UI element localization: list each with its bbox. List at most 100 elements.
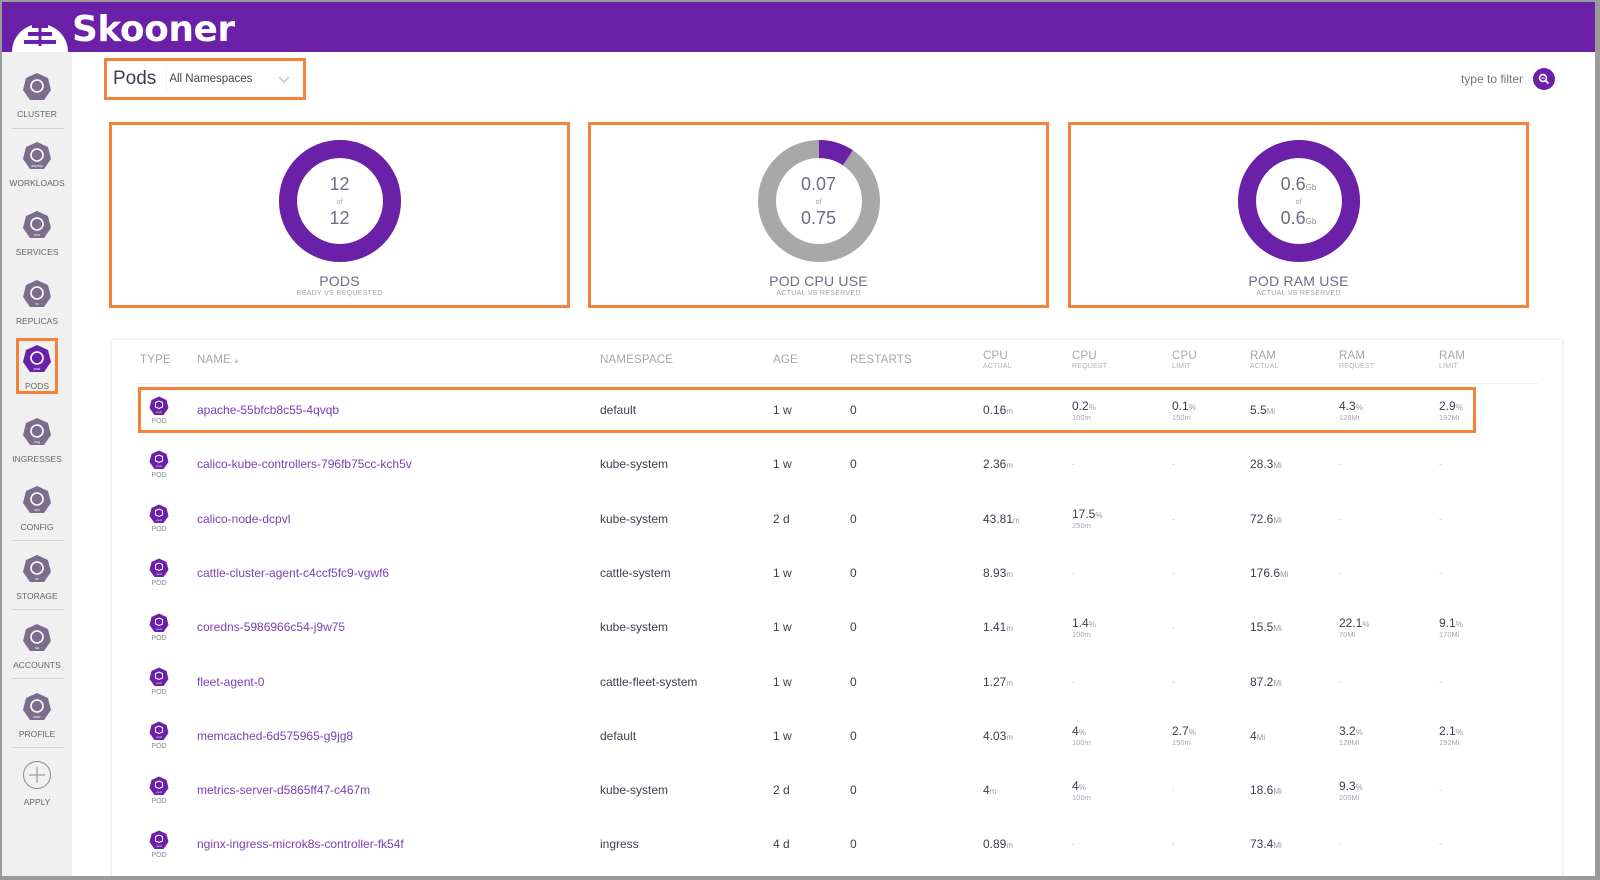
metric-unit: %	[1088, 619, 1096, 629]
table-row[interactable]: pod POD fleet-agent-0 cattle-fleet-syste…	[112, 655, 1562, 709]
metric-reserved: 100m	[1072, 629, 1091, 639]
sidebar-item-profile[interactable]: user PROFILE	[2, 692, 72, 739]
pod-name-link[interactable]: calico-node-dcpvl	[197, 492, 290, 546]
pod-icon: pod	[23, 345, 51, 372]
filter-input[interactable]	[1447, 72, 1523, 86]
cpu-limit-cell: -	[1172, 600, 1175, 654]
empty-value: -	[1439, 676, 1442, 687]
table-row[interactable]: pod POD coredns-5986966c54-j9w75 kube-sy…	[112, 600, 1562, 654]
metric-unit: %	[1088, 402, 1096, 412]
pod-name-link[interactable]: cattle-cluster-agent-c4ccf5fc9-vgwf6	[197, 546, 389, 600]
sidebar-item-label: PODS	[24, 381, 50, 391]
cpu-limit-cell: -	[1172, 655, 1175, 709]
ram-limit-cell: 2.9% 192Mi	[1439, 383, 1463, 437]
table-row[interactable]: pod POD memcached-6d575965-g9jg8 default…	[112, 709, 1562, 763]
card-title: POD CPU USE	[769, 273, 868, 289]
sidebar-item-ingresses[interactable]: ing INGRESSES	[2, 417, 72, 464]
table-row[interactable]: pod POD nginx-ingress-microk8s-controlle…	[112, 817, 1562, 871]
svg-text:pod: pod	[156, 464, 161, 468]
column-header-cpu-limit[interactable]: CPU LIMIT	[1172, 350, 1197, 370]
table-row[interactable]: pod POD calico-node-dcpvl kube-system 2 …	[112, 492, 1562, 546]
pod-name-link[interactable]: calico-kube-controllers-796fb75cc-kch5v	[197, 437, 412, 491]
cpu-actual-cell: 8.93m	[983, 546, 1013, 600]
pod-icon: pod	[149, 504, 169, 524]
sidebar-item-pods[interactable]: pod PODS	[16, 338, 58, 394]
sidebar-item-label: WORKLOADS	[9, 178, 65, 188]
column-header-restarts[interactable]: RESTARTS	[850, 354, 912, 366]
column-header-cpu-actual[interactable]: CPU ACTUAL	[983, 350, 1012, 370]
column-header-age[interactable]: AGE	[773, 354, 798, 366]
type-label: POD	[151, 743, 167, 751]
total-value: 0.6	[1280, 208, 1306, 228]
table-row[interactable]: pod POD cattle-cluster-agent-c4ccf5fc9-v…	[112, 546, 1562, 600]
sidebar-item-apply[interactable]: APPLY	[2, 760, 72, 807]
metric-value: 87.2	[1250, 674, 1274, 689]
sidebar-item-replicas[interactable]: rs REPLICAS	[2, 279, 72, 326]
pod-icon: pod	[149, 776, 169, 795]
cpu-actual-cell: 4.03m	[983, 709, 1013, 763]
empty-value: -	[1172, 459, 1175, 470]
column-header-namespace[interactable]: NAMESPACE	[600, 354, 673, 366]
cpu-actual-cell: 0.89m	[983, 817, 1013, 871]
pod-name-link[interactable]: apache-55bfcb8c55-4qvqb	[197, 383, 339, 437]
ram-limit-cell: -	[1439, 655, 1442, 709]
column-header-name[interactable]: NAME ▴	[197, 354, 239, 366]
age-cell: 2 d	[773, 511, 790, 526]
table-row[interactable]: pod POD apache-55bfcb8c55-4qvqb default …	[112, 383, 1562, 437]
ram-limit-cell: 9.1% 170Mi	[1439, 600, 1463, 654]
metric-reserved: 100m	[1072, 738, 1091, 748]
metric-value: 4	[983, 783, 990, 798]
sidebar-item-workloads[interactable]: deploy WORKLOADS	[2, 141, 72, 188]
column-header-name-label: NAME	[197, 354, 232, 366]
type-cell: pod POD	[146, 600, 172, 654]
sidebar-item-services[interactable]: svc SERVICES	[2, 210, 72, 257]
metric-value: 0.2	[1072, 398, 1089, 413]
empty-value: -	[1339, 567, 1342, 578]
sidebar-item-accounts[interactable]: sa ACCOUNTS	[2, 623, 72, 670]
search-button[interactable]	[1533, 68, 1555, 90]
pod-name-link[interactable]: memcached-6d575965-g9jg8	[197, 709, 353, 763]
metric-unit: %	[1455, 402, 1463, 412]
metric-value: 28.3	[1250, 457, 1274, 472]
sidebar-item-label: REPLICAS	[15, 316, 59, 326]
pod-name-link[interactable]: coredns-5986966c54-j9w75	[197, 600, 345, 654]
age-cell: 1 w	[773, 620, 792, 635]
rs-icon: rs	[23, 280, 51, 307]
column-header-ram-request[interactable]: RAM REQUEST	[1339, 350, 1374, 370]
svg-text:pod: pod	[156, 790, 161, 794]
pod-name-link[interactable]: nginx-ingress-microk8s-controller-fk54f	[197, 817, 404, 871]
metric-unit: %	[1078, 782, 1086, 792]
table-row[interactable]: pod POD calico-kube-controllers-796fb75c…	[112, 437, 1562, 491]
svg-text:pod: pod	[34, 366, 41, 371]
header-main: RAM	[1439, 350, 1466, 362]
metric-unit: m	[989, 787, 997, 797]
type-label: POD	[151, 634, 167, 642]
sidebar-item-config[interactable]: cm CONFIG	[2, 485, 72, 532]
sidebar-item-label: ACCOUNTS	[13, 660, 61, 670]
ram-limit-cell: -	[1439, 437, 1442, 491]
metric-value: 17.5	[1072, 507, 1096, 522]
type-cell: pod POD	[146, 437, 172, 491]
column-header-ram-actual[interactable]: RAM ACTUAL	[1250, 350, 1279, 370]
header-sub: ACTUAL	[983, 363, 1012, 370]
metric-reserved: 100m	[1072, 792, 1091, 802]
column-header-type[interactable]: TYPE	[140, 354, 171, 366]
table-row[interactable]: pod POD metrics-server-d5865ff47-c467m k…	[112, 763, 1562, 817]
column-header-ram-limit[interactable]: RAM LIMIT	[1439, 350, 1465, 370]
svg-text:rs: rs	[35, 301, 38, 306]
sidebar-item-label: CONFIG	[20, 522, 54, 532]
age-cell: 1 w	[773, 403, 792, 417]
pod-name-link[interactable]: fleet-agent-0	[197, 655, 264, 709]
svg-text:pod: pod	[156, 735, 161, 739]
page-header: Pods All Namespaces	[104, 58, 306, 100]
column-header-cpu-request[interactable]: CPU REQUEST	[1072, 350, 1107, 370]
sidebar-item-cluster[interactable]: CLUSTER	[2, 72, 72, 119]
svg-text:sc: sc	[35, 576, 39, 581]
metric-unit: m	[1006, 678, 1014, 688]
pod-name-link[interactable]: metrics-server-d5865ff47-c467m	[197, 763, 370, 817]
sidebar-item-storage[interactable]: sc STORAGE	[2, 554, 72, 601]
namespace-select[interactable]: All Namespaces	[166, 65, 294, 93]
logo[interactable]: Skooner	[10, 6, 235, 52]
donut-center-label: 0.6Gb of 0.6Gb	[1249, 173, 1349, 233]
metric-value: 4	[1250, 728, 1257, 743]
